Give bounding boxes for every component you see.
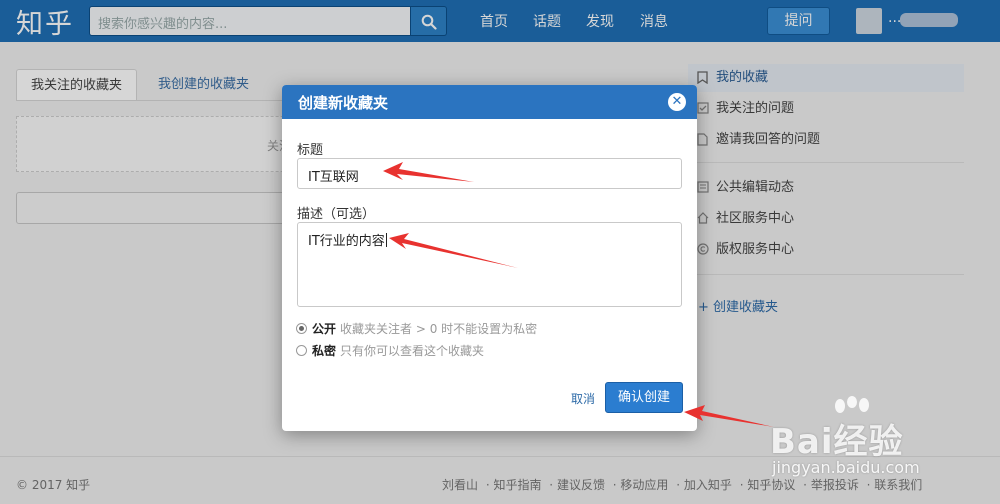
arrow-to-description (389, 233, 518, 268)
watermark-brand: Bai经验 (770, 422, 904, 462)
watermark-url: jingyan.baidu.com (772, 458, 920, 477)
baidu-jingyan-watermark: Bai经验 jingyan.baidu.com (770, 396, 985, 486)
arrow-to-title-input (383, 162, 474, 182)
arrow-to-confirm-button (684, 405, 774, 427)
